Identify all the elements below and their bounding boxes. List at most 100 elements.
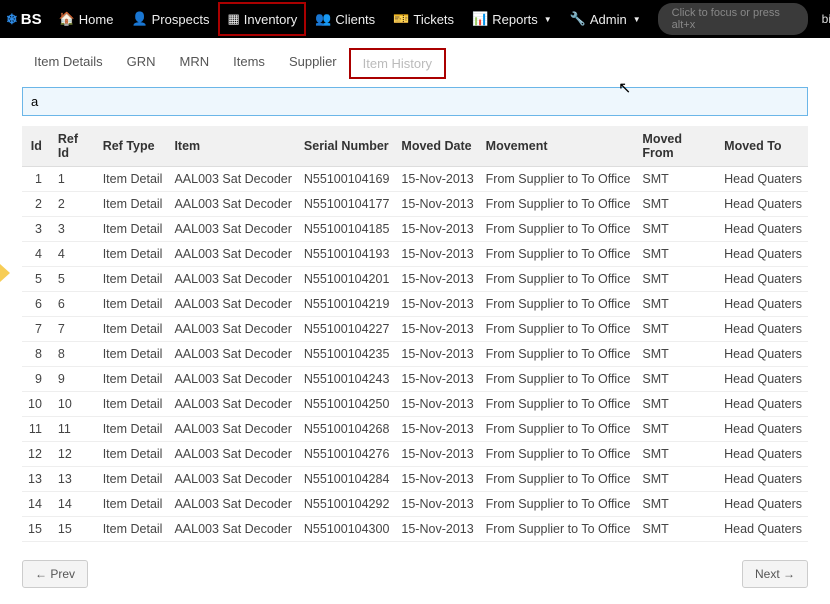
cell-ref: 14	[52, 492, 97, 517]
cell-to: Head Quaters	[718, 342, 808, 367]
col-ref-type[interactable]: Ref Type	[97, 126, 169, 167]
cell-ref: 2	[52, 192, 97, 217]
cell-ref: 9	[52, 367, 97, 392]
col-movement[interactable]: Movement	[480, 126, 637, 167]
tab-supplier[interactable]: Supplier	[277, 48, 349, 79]
brand-text: BS	[21, 11, 42, 28]
next-button[interactable]: Next →	[742, 560, 808, 588]
cell-ref: 11	[52, 417, 97, 442]
cell-serial: N55100104227	[298, 317, 396, 342]
table-row[interactable]: 1414Item DetailAAL003 Sat DecoderN551001…	[22, 492, 808, 517]
nav-prospects[interactable]: 👤 Prospects	[122, 0, 218, 38]
cell-serial: N55100104201	[298, 267, 396, 292]
cell-movement: From Supplier to To Office	[480, 367, 637, 392]
cell-type: Item Detail	[97, 192, 169, 217]
nav-clients[interactable]: 👥 Clients	[306, 0, 384, 38]
nav-clients-label: Clients	[335, 12, 375, 27]
cell-item: AAL003 Sat Decoder	[168, 517, 297, 542]
filter-input[interactable]	[22, 87, 808, 116]
cell-serial: N55100104243	[298, 367, 396, 392]
cell-serial: N55100104250	[298, 392, 396, 417]
table-row[interactable]: 66Item DetailAAL003 Sat DecoderN55100104…	[22, 292, 808, 317]
cell-movement: From Supplier to To Office	[480, 242, 637, 267]
cell-item: AAL003 Sat Decoder	[168, 392, 297, 417]
cell-date: 15-Nov-2013	[395, 317, 479, 342]
nav-inventory[interactable]: ▦ Inventory	[218, 2, 306, 36]
table-row[interactable]: 44Item DetailAAL003 Sat DecoderN55100104…	[22, 242, 808, 267]
table-body: 11Item DetailAAL003 Sat DecoderN55100104…	[22, 167, 808, 542]
nav-tickets[interactable]: 🎫 Tickets	[384, 0, 463, 38]
table-row[interactable]: 55Item DetailAAL003 Sat DecoderN55100104…	[22, 267, 808, 292]
global-search[interactable]: Click to focus or press alt+x	[658, 3, 808, 35]
table-row[interactable]: 77Item DetailAAL003 Sat DecoderN55100104…	[22, 317, 808, 342]
cell-date: 15-Nov-2013	[395, 167, 479, 192]
cell-date: 15-Nov-2013	[395, 342, 479, 367]
cell-to: Head Quaters	[718, 192, 808, 217]
cell-serial: N55100104219	[298, 292, 396, 317]
cell-from: SMT	[636, 342, 718, 367]
cell-ref: 12	[52, 442, 97, 467]
nav-reports-label: Reports	[492, 12, 538, 27]
tab-grn[interactable]: GRN	[115, 48, 168, 79]
cell-from: SMT	[636, 417, 718, 442]
user-menu[interactable]: billing ▼	[816, 12, 830, 26]
nav-tickets-label: Tickets	[413, 12, 454, 27]
tab-item-history[interactable]: Item History	[349, 48, 446, 79]
cell-serial: N55100104284	[298, 467, 396, 492]
cell-movement: From Supplier to To Office	[480, 267, 637, 292]
cell-from: SMT	[636, 242, 718, 267]
cell-type: Item Detail	[97, 342, 169, 367]
cell-id: 10	[22, 392, 52, 417]
col-moved-to[interactable]: Moved To	[718, 126, 808, 167]
table-row[interactable]: 1010Item DetailAAL003 Sat DecoderN551001…	[22, 392, 808, 417]
cell-movement: From Supplier to To Office	[480, 217, 637, 242]
cell-item: AAL003 Sat Decoder	[168, 192, 297, 217]
cell-to: Head Quaters	[718, 317, 808, 342]
tab-mrn[interactable]: MRN	[168, 48, 222, 79]
col-moved-date[interactable]: Moved Date	[395, 126, 479, 167]
cell-id: 5	[22, 267, 52, 292]
col-moved-from[interactable]: Moved From	[636, 126, 718, 167]
nav-admin-label: Admin	[590, 12, 627, 27]
cell-date: 15-Nov-2013	[395, 267, 479, 292]
table-row[interactable]: 88Item DetailAAL003 Sat DecoderN55100104…	[22, 342, 808, 367]
col-serial[interactable]: Serial Number	[298, 126, 396, 167]
cell-serial: N55100104185	[298, 217, 396, 242]
table-row[interactable]: 99Item DetailAAL003 Sat DecoderN55100104…	[22, 367, 808, 392]
cell-item: AAL003 Sat Decoder	[168, 167, 297, 192]
table-row[interactable]: 1212Item DetailAAL003 Sat DecoderN551001…	[22, 442, 808, 467]
table-row[interactable]: 1111Item DetailAAL003 Sat DecoderN551001…	[22, 417, 808, 442]
ticket-icon: 🎫	[393, 11, 409, 27]
nav-admin[interactable]: 🔧 Admin ▼	[561, 0, 650, 38]
cell-id: 11	[22, 417, 52, 442]
prev-button[interactable]: ← Prev	[22, 560, 88, 588]
cell-movement: From Supplier to To Office	[480, 492, 637, 517]
table-row[interactable]: 1313Item DetailAAL003 Sat DecoderN551001…	[22, 467, 808, 492]
col-id[interactable]: Id	[22, 126, 52, 167]
cell-ref: 15	[52, 517, 97, 542]
col-ref-id[interactable]: Ref Id	[52, 126, 97, 167]
cell-from: SMT	[636, 292, 718, 317]
tab-items[interactable]: Items	[221, 48, 277, 79]
table-row[interactable]: 1515Item DetailAAL003 Sat DecoderN551001…	[22, 517, 808, 542]
cell-date: 15-Nov-2013	[395, 517, 479, 542]
table-row[interactable]: 11Item DetailAAL003 Sat DecoderN55100104…	[22, 167, 808, 192]
table-row[interactable]: 33Item DetailAAL003 Sat DecoderN55100104…	[22, 217, 808, 242]
cell-item: AAL003 Sat Decoder	[168, 292, 297, 317]
cell-from: SMT	[636, 492, 718, 517]
cell-id: 12	[22, 442, 52, 467]
nav-home[interactable]: 🏠 Home	[50, 0, 123, 38]
cell-to: Head Quaters	[718, 392, 808, 417]
col-item[interactable]: Item	[168, 126, 297, 167]
cell-item: AAL003 Sat Decoder	[168, 267, 297, 292]
brand[interactable]: ❄ BS	[6, 11, 42, 28]
cell-from: SMT	[636, 442, 718, 467]
nav-reports[interactable]: 📊 Reports ▼	[463, 0, 561, 38]
cell-type: Item Detail	[97, 442, 169, 467]
brand-icon: ❄	[6, 11, 18, 28]
table-row[interactable]: 22Item DetailAAL003 Sat DecoderN55100104…	[22, 192, 808, 217]
tab-item-details[interactable]: Item Details	[22, 48, 115, 79]
cell-movement: From Supplier to To Office	[480, 517, 637, 542]
cell-date: 15-Nov-2013	[395, 492, 479, 517]
cell-serial: N55100104177	[298, 192, 396, 217]
